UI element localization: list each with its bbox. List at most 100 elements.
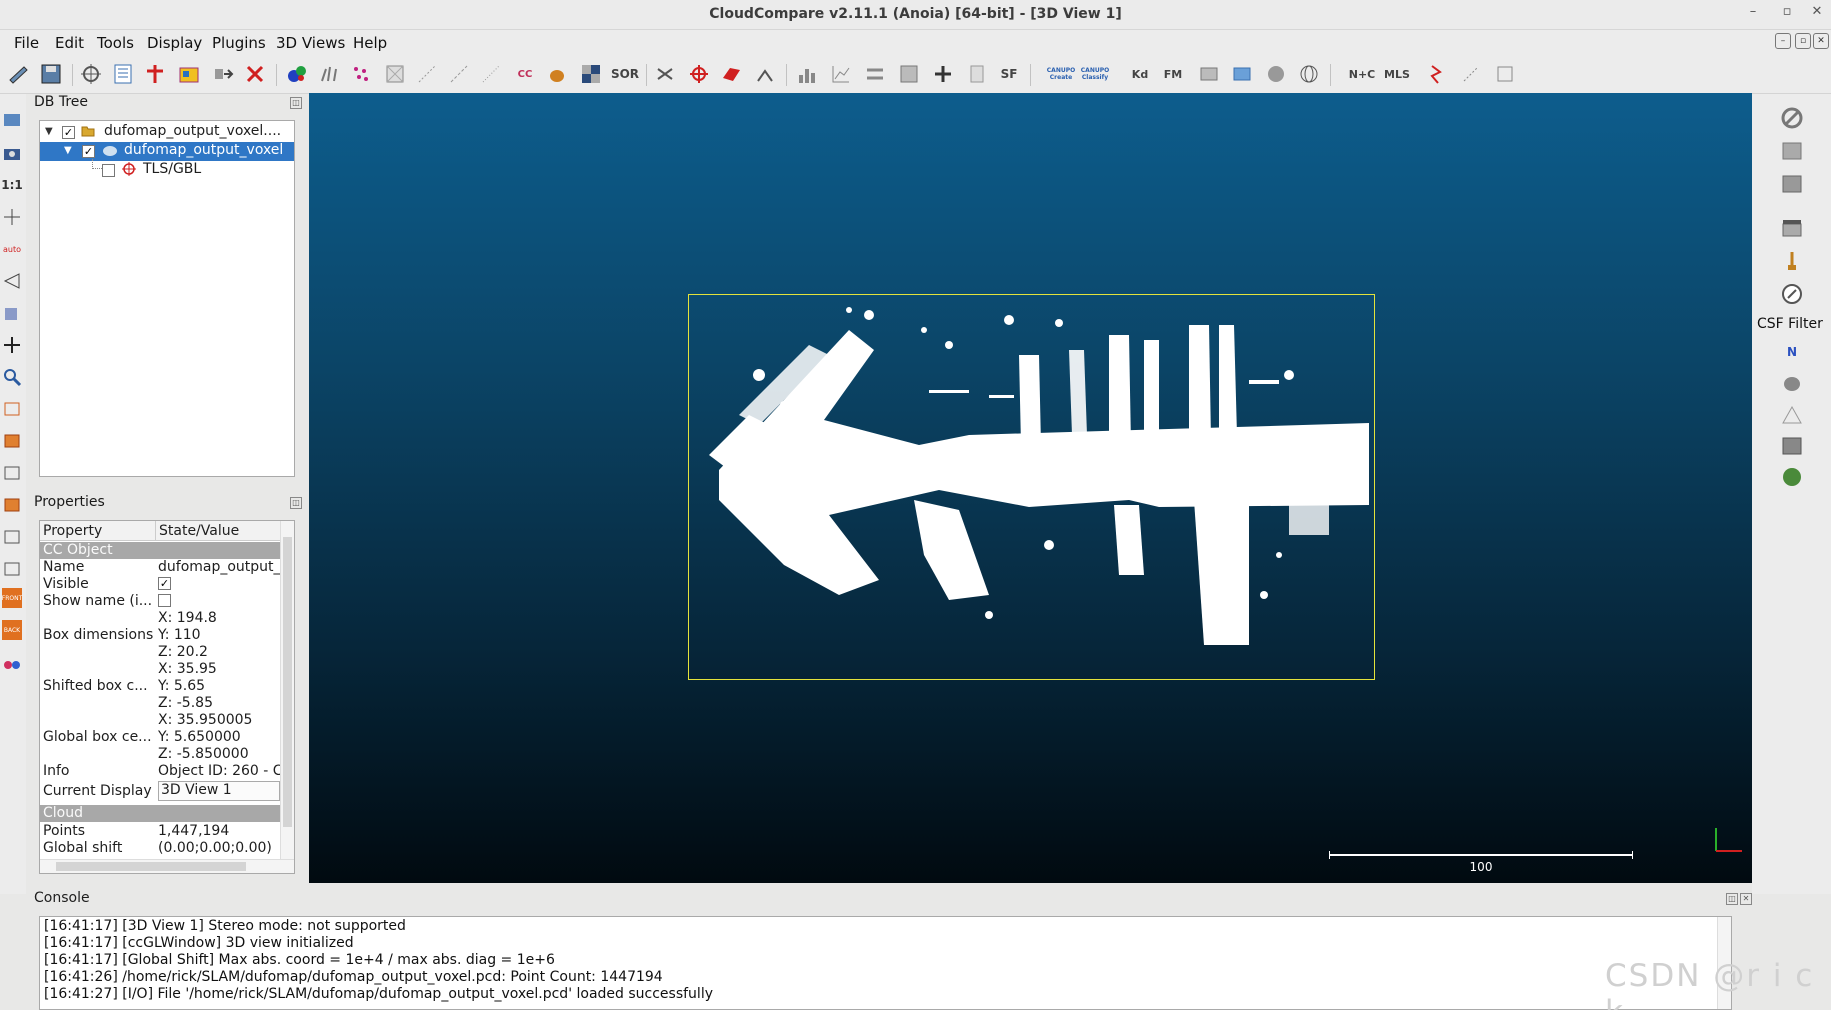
console-close-icon[interactable]: ✕ bbox=[1740, 893, 1752, 905]
plot-icon[interactable] bbox=[828, 61, 854, 87]
open-icon[interactable] bbox=[5, 61, 31, 87]
pivot-icon[interactable] bbox=[0, 204, 24, 230]
csf-filter-label[interactable]: CSF Filter bbox=[1757, 316, 1823, 332]
right-view-icon[interactable] bbox=[0, 492, 24, 518]
points-icon[interactable] bbox=[348, 61, 374, 87]
grid-icon[interactable] bbox=[896, 61, 922, 87]
front-iso-button[interactable]: FRONT bbox=[2, 588, 22, 608]
3d-view[interactable]: 100 bbox=[309, 93, 1752, 883]
close-button[interactable]: ✕ bbox=[1806, 4, 1828, 19]
sphere-icon[interactable] bbox=[1263, 61, 1289, 87]
tool-icon[interactable] bbox=[752, 61, 778, 87]
sheet-icon[interactable] bbox=[964, 61, 990, 87]
tree-checkbox[interactable] bbox=[102, 164, 115, 177]
properties-vscroll[interactable] bbox=[280, 521, 294, 861]
tree-checkbox[interactable]: ✓ bbox=[62, 126, 75, 139]
menu-file[interactable]: File bbox=[14, 34, 39, 52]
checker-icon[interactable] bbox=[578, 61, 604, 87]
subsample-icon[interactable] bbox=[210, 61, 236, 87]
sor-filter-icon[interactable]: SOR bbox=[611, 61, 639, 87]
visible-checkbox[interactable]: ✓ bbox=[158, 577, 171, 590]
tree-item-group[interactable]: ▼ ✓ dufomap_output_voxel.... bbox=[40, 123, 294, 142]
mesh-icon[interactable] bbox=[382, 61, 408, 87]
screen-icon[interactable] bbox=[1229, 61, 1255, 87]
register-icon[interactable] bbox=[1492, 61, 1518, 87]
brush-icon[interactable] bbox=[1778, 247, 1806, 275]
tree-item-cloud[interactable]: ▼ ✓ dufomap_output_voxel bbox=[40, 142, 294, 161]
mdi-restore-icon[interactable]: ▫ bbox=[1795, 33, 1811, 49]
menu-edit[interactable]: Edit bbox=[55, 34, 84, 52]
left-view-icon[interactable] bbox=[0, 460, 24, 486]
no-entry-icon[interactable] bbox=[1778, 104, 1806, 132]
menu-help[interactable]: Help bbox=[353, 34, 387, 52]
transform-icon[interactable] bbox=[78, 61, 104, 87]
mls-icon[interactable]: MLS bbox=[1380, 61, 1414, 87]
save-icon[interactable] bbox=[38, 61, 64, 87]
console-float-icon[interactable]: ◫ bbox=[1726, 893, 1738, 905]
mdi-close-icon[interactable]: ✕ bbox=[1813, 33, 1829, 49]
cube-icon[interactable] bbox=[0, 300, 24, 326]
scissors-icon[interactable] bbox=[652, 61, 678, 87]
facets-icon[interactable]: FM bbox=[1160, 61, 1186, 87]
stereo-icon[interactable] bbox=[0, 652, 24, 678]
properties-float-icon[interactable]: ◫ bbox=[290, 497, 302, 509]
list-icon[interactable] bbox=[110, 61, 136, 87]
globe-icon[interactable] bbox=[1296, 61, 1322, 87]
bunny-icon[interactable] bbox=[544, 61, 570, 87]
camera-icon[interactable] bbox=[0, 140, 24, 166]
auto-pivot-button[interactable]: auto bbox=[0, 236, 24, 262]
hrr-icon[interactable] bbox=[1778, 370, 1806, 398]
menu-3d-views[interactable]: 3D Views bbox=[276, 34, 345, 52]
collapse-arrow-icon[interactable]: ▼ bbox=[64, 145, 72, 156]
scatter-icon[interactable] bbox=[414, 61, 440, 87]
plane-icon[interactable] bbox=[718, 61, 744, 87]
m3c2-icon[interactable] bbox=[1778, 170, 1806, 198]
pcv-icon[interactable] bbox=[1778, 432, 1806, 460]
crosshair-icon[interactable] bbox=[686, 61, 712, 87]
perspective-icon[interactable] bbox=[0, 268, 24, 294]
histogram-icon[interactable] bbox=[794, 61, 820, 87]
mesh-plugin-icon[interactable] bbox=[1778, 401, 1806, 429]
distance2-icon[interactable] bbox=[478, 61, 504, 87]
minimize-button[interactable]: – bbox=[1742, 4, 1764, 19]
zoom-icon[interactable] bbox=[0, 364, 24, 390]
sphere-plugin-icon[interactable] bbox=[1778, 463, 1806, 491]
front-view-icon[interactable] bbox=[0, 428, 24, 454]
north-icon[interactable]: N bbox=[1778, 338, 1806, 366]
scalar-field-icon[interactable]: SF bbox=[996, 61, 1022, 87]
merge-icon[interactable] bbox=[176, 61, 202, 87]
curve-icon[interactable] bbox=[1424, 61, 1450, 87]
delete-icon[interactable] bbox=[242, 61, 268, 87]
move-icon[interactable] bbox=[0, 332, 24, 358]
current-display-select[interactable]: 3D View 1 bbox=[158, 781, 280, 801]
save-view-icon[interactable] bbox=[1196, 61, 1222, 87]
align-icon[interactable] bbox=[862, 61, 888, 87]
tree-checkbox[interactable]: ✓ bbox=[82, 145, 95, 158]
back-iso-button[interactable]: BACK bbox=[2, 620, 22, 640]
scan-icon[interactable] bbox=[1458, 61, 1484, 87]
menu-plugins[interactable]: Plugins bbox=[212, 34, 266, 52]
menu-display[interactable]: Display bbox=[147, 34, 202, 52]
canupo-classify-icon[interactable]: CANUPO Classify bbox=[1081, 61, 1109, 87]
iso-view-icon[interactable] bbox=[0, 556, 24, 582]
n-plus-c-icon[interactable]: N+C bbox=[1345, 61, 1379, 87]
db-tree-float-icon[interactable]: ◫ bbox=[290, 97, 302, 109]
kd-tree-icon[interactable]: Kd bbox=[1127, 61, 1153, 87]
prop-name-value[interactable]: dufomap_output_ bbox=[158, 559, 280, 575]
menu-tools[interactable]: Tools bbox=[97, 34, 134, 52]
console-log[interactable]: [16:41:17] [3D View 1] Stereo mode: not … bbox=[39, 916, 1732, 1010]
zoom-1-1-button[interactable]: 1:1 bbox=[0, 172, 24, 198]
collapse-arrow-icon[interactable]: ▼ bbox=[45, 126, 53, 137]
top-view-icon[interactable] bbox=[0, 396, 24, 422]
cork-icon[interactable] bbox=[1778, 137, 1806, 165]
properties-hscroll[interactable] bbox=[40, 859, 294, 873]
show-name-checkbox[interactable] bbox=[158, 594, 171, 607]
compass-icon[interactable] bbox=[1778, 280, 1806, 308]
view-icon[interactable] bbox=[0, 108, 24, 134]
normals-icon[interactable] bbox=[316, 61, 342, 87]
clapper-icon[interactable] bbox=[1778, 214, 1806, 242]
color-icon[interactable] bbox=[284, 61, 310, 87]
canupo-create-icon[interactable]: CANUPO Create bbox=[1047, 61, 1075, 87]
add-icon[interactable] bbox=[930, 61, 956, 87]
bottom-view-icon[interactable] bbox=[0, 524, 24, 550]
